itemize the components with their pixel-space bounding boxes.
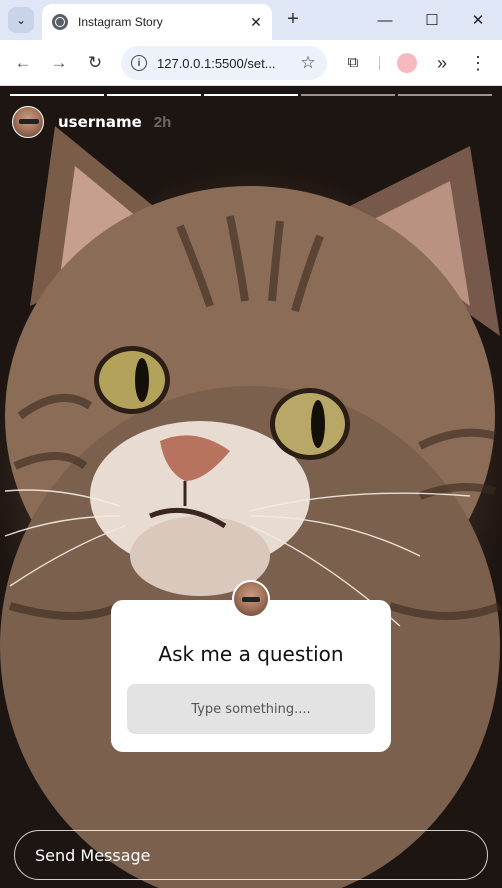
address-bar[interactable]: i 127.0.0.1:5500/set... ☆ [121, 46, 327, 80]
cat-photo [0, 126, 502, 888]
send-message-input[interactable] [14, 830, 488, 880]
tab-close-icon[interactable]: ✕ [246, 12, 266, 32]
browser-toolbar: ← → ↻ i 127.0.0.1:5500/set... ☆ ⧉ » ⋮ [0, 40, 502, 86]
progress-segment [10, 94, 104, 96]
username[interactable]: username [58, 113, 142, 131]
more-tools-icon[interactable]: » [431, 52, 453, 74]
tab-title: Instagram Story [78, 15, 163, 29]
story-header: username 2h [12, 106, 171, 138]
progress-segment [398, 94, 492, 96]
story-progress-bars [10, 94, 492, 96]
question-title: Ask me a question [158, 642, 344, 666]
globe-icon [52, 14, 68, 30]
tab-search-button[interactable]: ⌄ [8, 7, 34, 33]
browser-tab[interactable]: Instagram Story ✕ [42, 4, 272, 40]
window-close-button[interactable]: ✕ [466, 8, 490, 32]
progress-segment [301, 94, 395, 96]
post-time: 2h [153, 113, 172, 131]
forward-button[interactable]: → [48, 52, 70, 74]
extensions-icon[interactable]: ⧉ [342, 52, 364, 74]
url-text[interactable]: 127.0.0.1:5500/set... [157, 56, 297, 71]
site-info-icon[interactable]: i [131, 55, 147, 71]
browser-menu-icon[interactable]: ⋮ [467, 52, 489, 74]
new-tab-button[interactable]: + [282, 8, 304, 30]
toolbar-divider [379, 56, 380, 70]
progress-segment [107, 94, 201, 96]
browser-titlebar: ⌄ Instagram Story ✕ + — ☐ ✕ [0, 0, 502, 40]
question-avatar [232, 580, 270, 618]
bookmark-star-icon[interactable]: ☆ [297, 53, 319, 73]
back-button[interactable]: ← [12, 52, 34, 74]
question-answer-input[interactable] [127, 684, 375, 734]
question-sticker: Ask me a question [111, 600, 391, 752]
minimize-button[interactable]: — [373, 8, 397, 32]
maximize-button[interactable]: ☐ [420, 8, 444, 32]
story-view[interactable]: username 2h Ask me a question [0, 86, 502, 888]
progress-segment [204, 94, 298, 96]
profile-avatar[interactable] [397, 53, 417, 73]
avatar[interactable] [12, 106, 44, 138]
reload-button[interactable]: ↻ [84, 52, 106, 74]
